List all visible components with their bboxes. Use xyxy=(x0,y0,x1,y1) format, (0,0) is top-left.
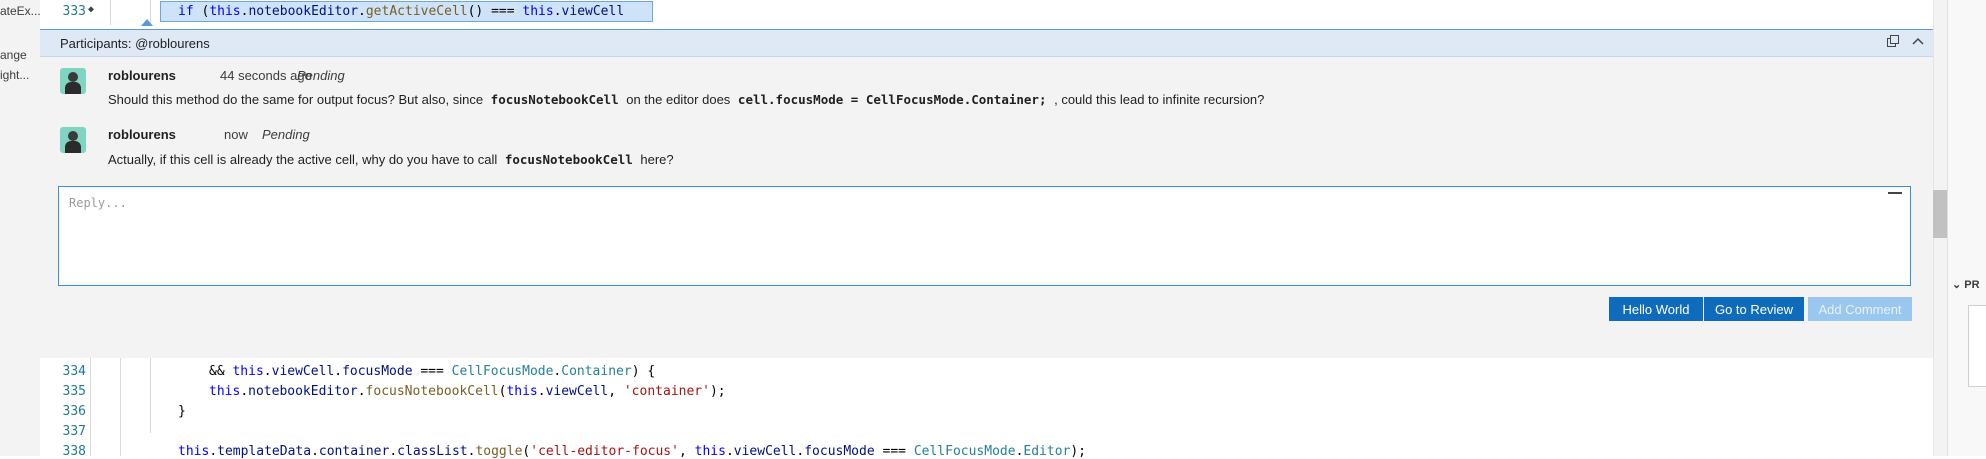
line-number: 334 xyxy=(62,364,86,379)
scrollbar-thumb[interactable] xyxy=(1933,190,1947,238)
line-number: 333 xyxy=(62,4,86,19)
reply-input[interactable] xyxy=(67,194,1871,278)
panel-section-header[interactable]: ⌄ PR xyxy=(1952,278,1980,291)
avatar xyxy=(60,127,86,153)
code-line-333[interactable]: 333 ◆ if (this.notebookEditor.getActiveC… xyxy=(40,0,1933,26)
explorer-sidebar: ateEx... ange ight... xyxy=(0,0,40,456)
comment-author[interactable]: roblourens xyxy=(108,127,176,142)
code-line-335[interactable]: this.notebookEditor.focusNotebookCell(th… xyxy=(209,384,726,399)
indent-guide xyxy=(120,358,121,456)
comment-body: Actually, if this cell is already the ac… xyxy=(108,152,674,167)
go-to-review-button[interactable]: Go to Review xyxy=(1704,297,1804,321)
line-number: 338 xyxy=(62,444,86,459)
fold-icon[interactable]: ◆ xyxy=(88,4,94,15)
minimize-icon[interactable] xyxy=(1888,192,1902,194)
participants-label: Participants: @roblourens xyxy=(60,36,210,51)
code-line-338[interactable]: this.templateData.container.classList.to… xyxy=(178,444,1086,459)
comment-timestamp: now xyxy=(224,127,248,142)
line-number: 335 xyxy=(62,384,86,399)
code-editor-bottom[interactable]: 334 335 336 337 338 && this.viewCell.foc… xyxy=(40,358,1933,459)
pending-badge: Pending xyxy=(297,68,345,83)
collapse-all-icon[interactable] xyxy=(1886,35,1900,49)
sidebar-item-fragment[interactable]: ight... xyxy=(0,68,29,82)
indent-guide xyxy=(150,358,151,433)
chevron-up-icon[interactable] xyxy=(1911,35,1925,49)
avatar xyxy=(60,68,86,94)
comment-arrow-icon xyxy=(141,19,153,26)
hello-world-button[interactable]: Hello World xyxy=(1609,297,1703,321)
line-number: 337 xyxy=(62,424,86,439)
comment-thread-widget: Participants: @roblourens roblourens 44 … xyxy=(40,29,1933,359)
right-side-panel: ⌄ PR xyxy=(1947,0,1986,456)
indent-guide xyxy=(90,358,91,456)
comment-author[interactable]: roblourens xyxy=(108,68,176,83)
panel-input-box[interactable] xyxy=(1968,305,1986,387)
pending-badge: Pending xyxy=(262,127,310,142)
code-line-334[interactable]: && this.viewCell.focusMode === CellFocus… xyxy=(209,364,655,379)
reply-editor xyxy=(58,186,1911,286)
code-text[interactable]: if (this.notebookEditor.getActiveCell() … xyxy=(178,4,624,19)
comment-thread-header: Participants: @roblourens xyxy=(40,30,1933,57)
sidebar-item-fragment[interactable]: ateEx... xyxy=(0,4,40,18)
chevron-down-icon: ⌄ xyxy=(1952,279,1965,291)
comment-body: Should this method do the same for outpu… xyxy=(108,92,1265,107)
code-line-336[interactable]: } xyxy=(178,404,186,419)
line-number: 336 xyxy=(62,404,86,419)
sidebar-item-fragment[interactable]: ange xyxy=(0,48,27,62)
indent-guide xyxy=(110,0,111,25)
add-comment-button[interactable]: Add Comment xyxy=(1808,297,1912,321)
